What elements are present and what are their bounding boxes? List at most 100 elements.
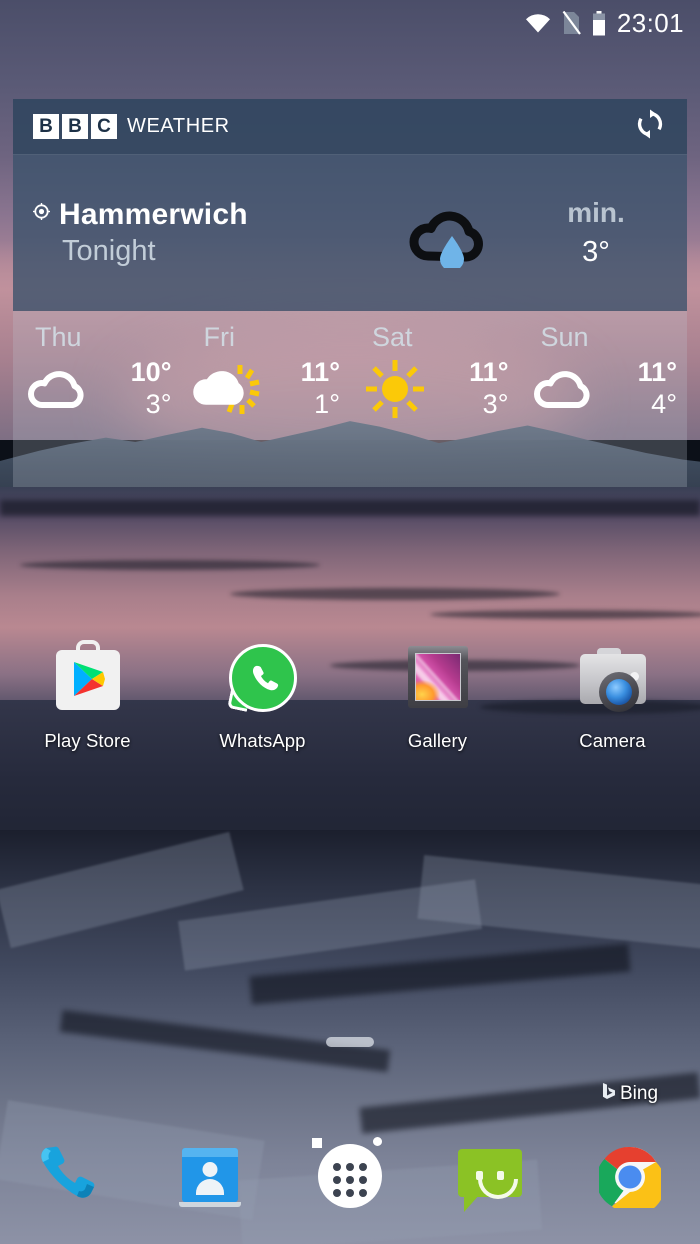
dock-item-contacts[interactable] — [140, 1108, 280, 1244]
location-pin-icon — [33, 203, 50, 225]
drawer-dot — [346, 1189, 354, 1197]
dock-item-app-drawer[interactable] — [280, 1108, 420, 1244]
wallpaper-streak-1 — [20, 560, 320, 570]
cloud-sun-icon — [192, 358, 262, 420]
contacts-card-top — [182, 1148, 238, 1157]
app-drawer-icon — [310, 1136, 390, 1216]
day-body: 10° 3° — [13, 353, 182, 422]
wallpaper-streak-2 — [230, 588, 560, 600]
day-label: Sun — [540, 322, 589, 352]
bbc-box-1: B — [33, 114, 59, 139]
day-body: 11° 4° — [519, 353, 688, 422]
day-temps: 11° 1° — [301, 357, 344, 422]
messaging-smile — [478, 1179, 518, 1199]
drawer-dot — [333, 1176, 341, 1184]
play-store-handle — [75, 640, 100, 656]
app-label: Camera — [579, 730, 646, 751]
dock: Bing — [0, 1083, 700, 1244]
gallery-frame — [407, 646, 468, 708]
camera-icon — [575, 640, 651, 716]
app-whatsapp[interactable]: WhatsApp — [175, 640, 350, 780]
drawer-dot — [333, 1189, 341, 1197]
app-play-store[interactable]: Play Store — [0, 640, 175, 780]
sun-icon — [360, 358, 430, 420]
day-high: 11° — [300, 356, 340, 387]
bing-badge: Bing — [602, 1082, 658, 1105]
dock-item-messaging[interactable] — [420, 1108, 560, 1244]
bbc-weather-logo[interactable]: B B C WEATHER — [33, 114, 230, 139]
dock-item-browser[interactable]: Bing — [560, 1083, 700, 1244]
current-condition-icon-wrap — [377, 194, 527, 273]
phone-icon — [30, 1136, 110, 1216]
app-drawer-dot-accent — [373, 1137, 382, 1146]
bbc-logo-boxes: B B C — [33, 114, 117, 139]
gallery-icon — [400, 640, 476, 716]
drawer-dot — [346, 1163, 354, 1171]
phone-handset — [34, 1142, 106, 1210]
app-camera[interactable]: Camera — [525, 640, 700, 780]
day-body: 11° 1° — [182, 353, 351, 422]
status-bar-clock: 23:01 — [616, 8, 684, 38]
wallpaper-shoreline-1 — [0, 500, 700, 516]
bbc-weather-widget[interactable]: B B C WEATHER Hammerwich Tonight min. 3°… — [13, 99, 687, 487]
bing-logo-icon — [602, 1082, 616, 1105]
gallery-warm-glow — [415, 680, 440, 700]
day-body: 11° 3° — [350, 353, 519, 422]
day-temps: 11° 3° — [469, 357, 512, 422]
widget-header: B B C WEATHER — [13, 99, 687, 155]
drawer-dot — [359, 1176, 367, 1184]
forecast-day-sun[interactable]: Sun 11° 4° — [519, 311, 688, 487]
forecast-day-sat[interactable]: Sat 11° 3° — [350, 311, 519, 487]
app-label: Play Store — [44, 730, 131, 751]
current-temp-block: min. 3° — [527, 196, 687, 270]
cloud-rain-icon — [400, 194, 504, 273]
day-low: 1° — [314, 388, 340, 419]
cloud-icon — [529, 358, 599, 420]
wallpaper-streak-3 — [430, 610, 700, 619]
chrome-logo — [596, 1146, 666, 1216]
min-label: min. — [567, 196, 625, 228]
no-sim-icon — [562, 11, 581, 35]
whatsapp-handset-glyph — [252, 665, 278, 691]
min-temp-value: 3° — [582, 236, 610, 269]
forecast-day-thu[interactable]: Thu 10° 3° — [13, 311, 182, 487]
page-indicator — [326, 1037, 374, 1047]
day-low: 3° — [145, 388, 172, 419]
day-label: Fri — [203, 322, 235, 352]
day-high: 11° — [469, 356, 509, 387]
weather-wordmark: WEATHER — [127, 115, 230, 137]
status-bar: 23:01 — [0, 0, 700, 46]
drawer-dot — [359, 1163, 367, 1171]
dock-item-phone[interactable] — [0, 1108, 140, 1244]
app-drawer-circle — [318, 1144, 382, 1208]
camera-body — [579, 654, 646, 712]
app-label: Gallery — [407, 730, 468, 751]
drawer-dot — [346, 1176, 354, 1184]
cloud-icon — [23, 358, 93, 420]
bing-label-text: Bing — [619, 1082, 659, 1104]
forecast-day-fri[interactable]: Fri 11° 1° — [182, 311, 351, 487]
drawer-dot — [333, 1163, 341, 1171]
location-name: Hammerwich — [59, 197, 248, 231]
refresh-button[interactable] — [633, 109, 667, 144]
day-low: 4° — [651, 388, 677, 419]
messaging-icon — [450, 1136, 530, 1216]
chrome-icon — [590, 1136, 670, 1216]
widget-current-conditions[interactable]: Hammerwich Tonight min. 3° — [13, 155, 687, 311]
contacts-base — [179, 1202, 241, 1207]
camera-lens-outer — [598, 672, 639, 712]
app-gallery[interactable]: Gallery — [350, 640, 525, 780]
day-low: 3° — [482, 388, 509, 419]
bbc-box-2: B — [62, 114, 88, 139]
contacts-card — [182, 1148, 238, 1202]
day-temps: 10° 3° — [131, 357, 176, 422]
day-temps: 11° 4° — [638, 357, 681, 422]
contacts-icon — [170, 1136, 250, 1216]
play-store-triangle — [73, 662, 105, 696]
whatsapp-icon — [225, 640, 301, 716]
messaging-bubble — [458, 1149, 522, 1199]
wifi-icon — [525, 13, 551, 33]
day-label: Thu — [35, 322, 82, 352]
play-store-icon — [50, 640, 126, 716]
widget-location-block: Hammerwich Tonight — [13, 198, 377, 268]
